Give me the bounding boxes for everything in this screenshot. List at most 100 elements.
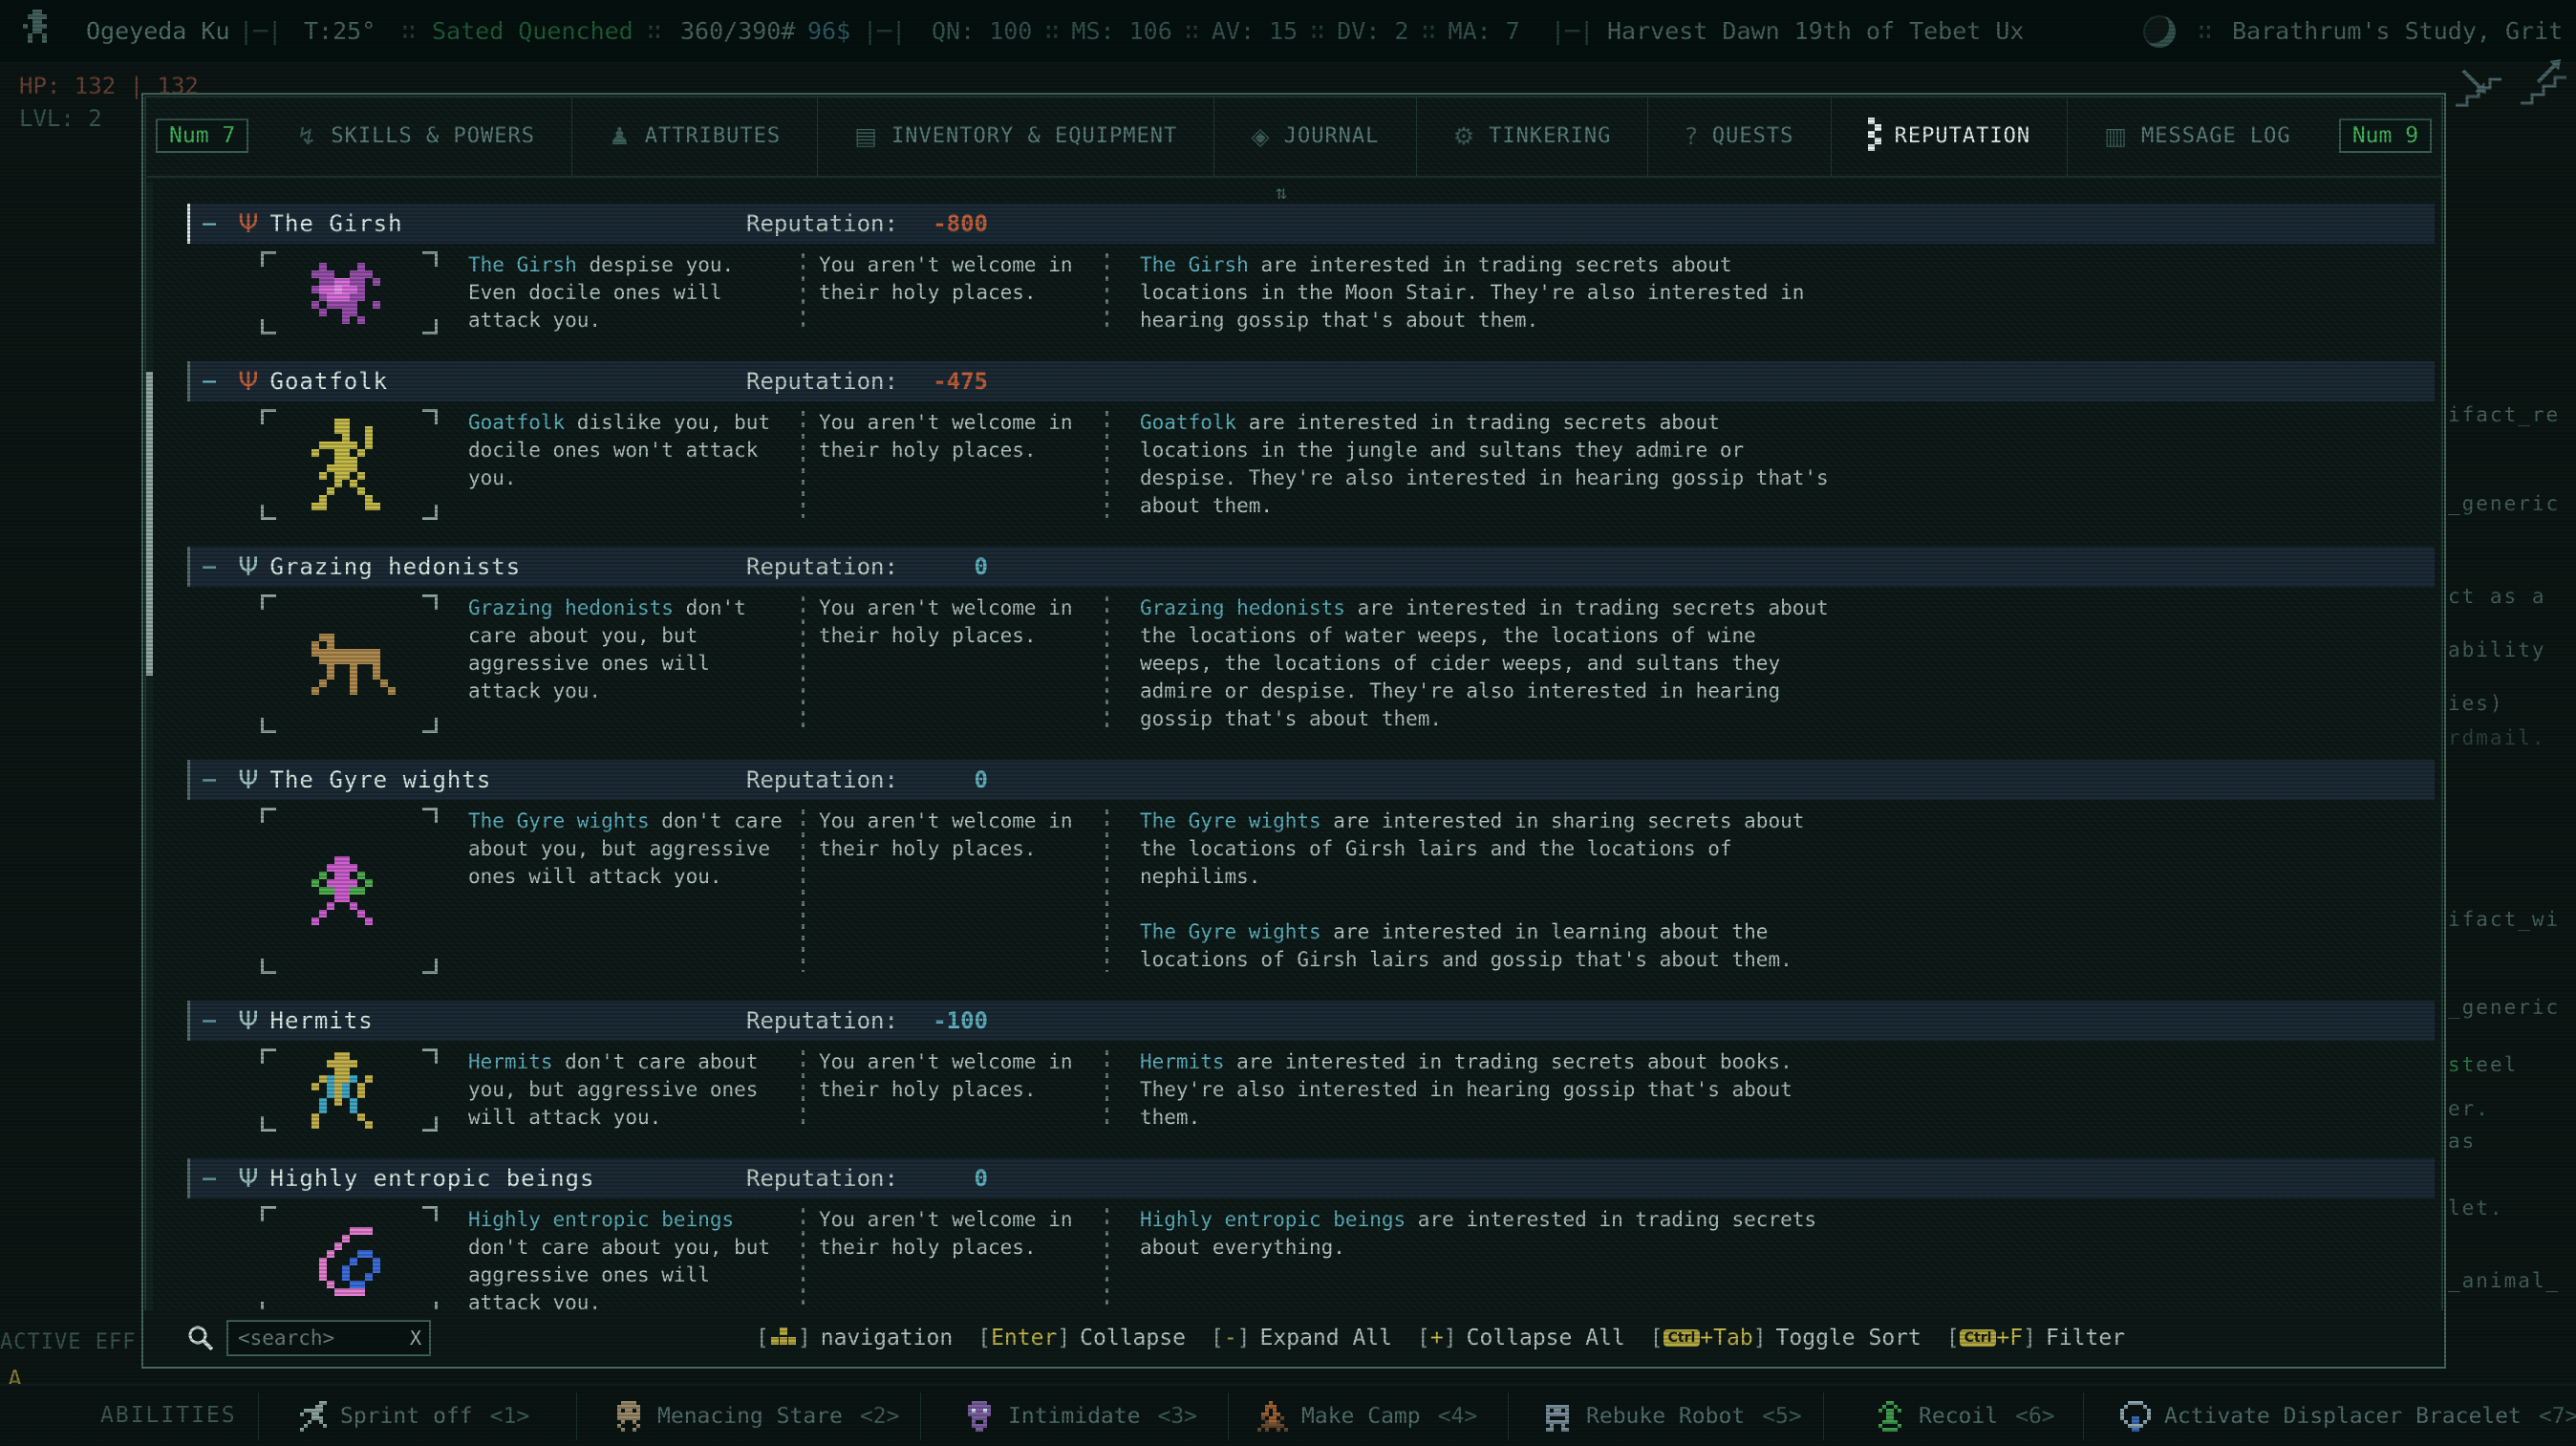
scrollbar-thumb[interactable] [146,372,153,676]
column-divider [802,411,805,518]
holy-places-text: You aren't welcome in their holy places. [819,808,1084,974]
faction-icon: Ψ [238,554,258,580]
holy-places-text: You aren't welcome in their holy places. [819,409,1084,520]
ability-recoil[interactable]: Recoil<6> [1875,1386,2055,1446]
status-bar: Ogeyeda Ku |─| T:25° ∷ Sated Quenched ∷ … [0,0,2576,63]
faction-name-inline: The Gyre wights [468,809,650,832]
scrollbar[interactable] [146,183,153,1310]
keybind-hint: []navigation [756,1326,953,1350]
tab-quests[interactable]: ? QUESTS [1647,96,1830,176]
tab-inventory-equipment[interactable]: ▤INVENTORY & EQUIPMENT [817,96,1213,176]
collapse-icon[interactable]: − [202,1008,217,1034]
tab-hotkey-right[interactable]: Num 9 [2339,119,2432,153]
bracket: ] [798,1326,811,1350]
ability-stare[interactable]: Menacing Stare<2> [613,1386,899,1446]
tab-reputation[interactable]: REPUTATION [1831,96,2068,176]
ability-label: Intimidate [1008,1404,1140,1429]
background-fragment: ifact_wi [2448,908,2576,931]
faction-name-inline: The Girsh [468,253,577,276]
frame-corner [261,319,276,335]
tab-journal[interactable]: ◈JOURNAL [1213,96,1415,176]
faction-name-inline: The Gyre wights [1140,809,1321,832]
collapse-icon[interactable]: − [202,554,217,580]
background-fragment: _animal_ [2448,1269,2576,1292]
faction-sprite [304,634,396,695]
ability-divider [1823,1392,1824,1440]
tab-label: REPUTATION [1895,124,2030,148]
faction-name: The Gyre wights [270,766,492,793]
faction-sprite-box [261,1206,438,1309]
faction-name-inline: Hermits [1140,1050,1225,1073]
key-name: - [1224,1326,1237,1350]
calendar-date: Harvest Dawn 19th of Tebet Ux [1607,0,2025,63]
faction-header[interactable]: −ΨHighly entropic beingsReputation:0 [187,1158,2435,1198]
faction-header[interactable]: −ΨHermitsReputation:-100 [187,1001,2435,1041]
ability-divider [1508,1392,1509,1440]
faction-header[interactable]: −ΨThe Gyre wightsReputation:0 [187,760,2435,800]
column-divider [1106,809,1108,972]
faction-sprite [304,419,396,510]
frame-corner [261,808,276,823]
faction-row: −ΨThe Gyre wightsReputation:0The Gyre wi… [187,760,2435,991]
search-area: X [186,1320,431,1356]
faction-sprite-box [261,808,438,974]
frame-corner [261,1302,276,1309]
faction-details: The Girsh despise you. Even docile ones … [187,244,2435,352]
ability-hotkey: <6> [2015,1404,2055,1429]
tab-skills-powers[interactable]: ↯SKILLS & POWERS [260,96,571,176]
faction-header[interactable]: −ΨGoatfolkReputation:-475 [187,361,2435,401]
faction-header[interactable]: ❯−ΨThe GirshReputation:-800 [187,204,2435,244]
tab-hotkey-left[interactable]: Num 7 [156,119,248,153]
ability-bar: ABILITIES Sprintoff<1>Menacing Stare<2>I… [0,1384,2576,1446]
faction-sprite-box [261,251,438,335]
ability-camp[interactable]: Make Camp<4> [1257,1386,1477,1446]
tab-message-log[interactable]: ▥MESSAGE LOG [2067,96,2328,176]
camp-icon [1257,1401,1288,1432]
faction-icon: Ψ [238,1008,258,1034]
faction-header[interactable]: −ΨGrazing hedonistsReputation:0 [187,547,2435,587]
ability-robot[interactable]: Rebuke Robot<5> [1542,1386,1802,1446]
tab-tinkering[interactable]: ⚙TINKERING [1416,96,1648,176]
stairs-up-icon [2517,55,2568,109]
tab-label: MESSAGE LOG [2141,124,2291,148]
faction-name-inline: The Girsh [1140,253,1249,276]
ability-label: Make Camp [1301,1404,1421,1429]
faction-details: Grazing hedonists don't care about you, … [187,587,2435,750]
search-input[interactable] [226,1320,431,1356]
quest-icon: ? [1685,124,1699,148]
interest-paragraph: The Girsh are interested in trading secr… [1140,251,1840,335]
interest-paragraph: Hermits are interested in trading secret… [1140,1048,1840,1132]
hint-label: Collapse [1080,1326,1186,1350]
ability-displacer[interactable]: Activate Displacer Bracelet<7> [2120,1386,2576,1446]
stat-readout: MA: 7 [1449,0,1520,63]
keybind-hint: [+]Collapse All [1417,1326,1625,1350]
carry-weight: 360/390# [680,0,795,63]
column-divider [1106,596,1108,731]
tab-label: QUESTS [1712,124,1793,148]
sort-handle-icon[interactable]: ⇅ [1276,181,1287,204]
collapse-icon[interactable]: − [202,369,217,395]
ability-divider [2083,1392,2084,1440]
faction-icon: Ψ [238,767,258,793]
column-divider [1106,1208,1108,1309]
column-divider [802,1050,805,1130]
stat-readout: DV: 2 [1337,0,1408,63]
clear-search-button[interactable]: X [410,1327,421,1349]
collapse-icon[interactable]: − [202,767,217,793]
faction-standing-text: Goatfolk dislike you, but docile ones wo… [468,409,783,520]
hint-label: Toggle Sort [1776,1326,1921,1350]
person-icon: ♟ [609,124,631,148]
tab-label: INVENTORY & EQUIPMENT [891,124,1177,148]
frame-corner [261,1116,276,1132]
ability-hotkey: <2> [860,1404,900,1429]
hint-label: navigation [821,1326,953,1350]
tab-attributes[interactable]: ♟ATTRIBUTES [571,96,817,176]
ability-intimidate[interactable]: Intimidate<3> [964,1386,1197,1446]
banner-icon [1868,118,1881,151]
moon-phase-icon [2143,15,2176,48]
collapse-icon[interactable]: − [202,1166,217,1192]
collapse-icon[interactable]: − [202,211,217,237]
faction-name-inline: Grazing hedonists [468,596,674,619]
ability-divider [576,1392,577,1440]
ability-sprint[interactable]: Sprintoff<1> [296,1386,529,1446]
